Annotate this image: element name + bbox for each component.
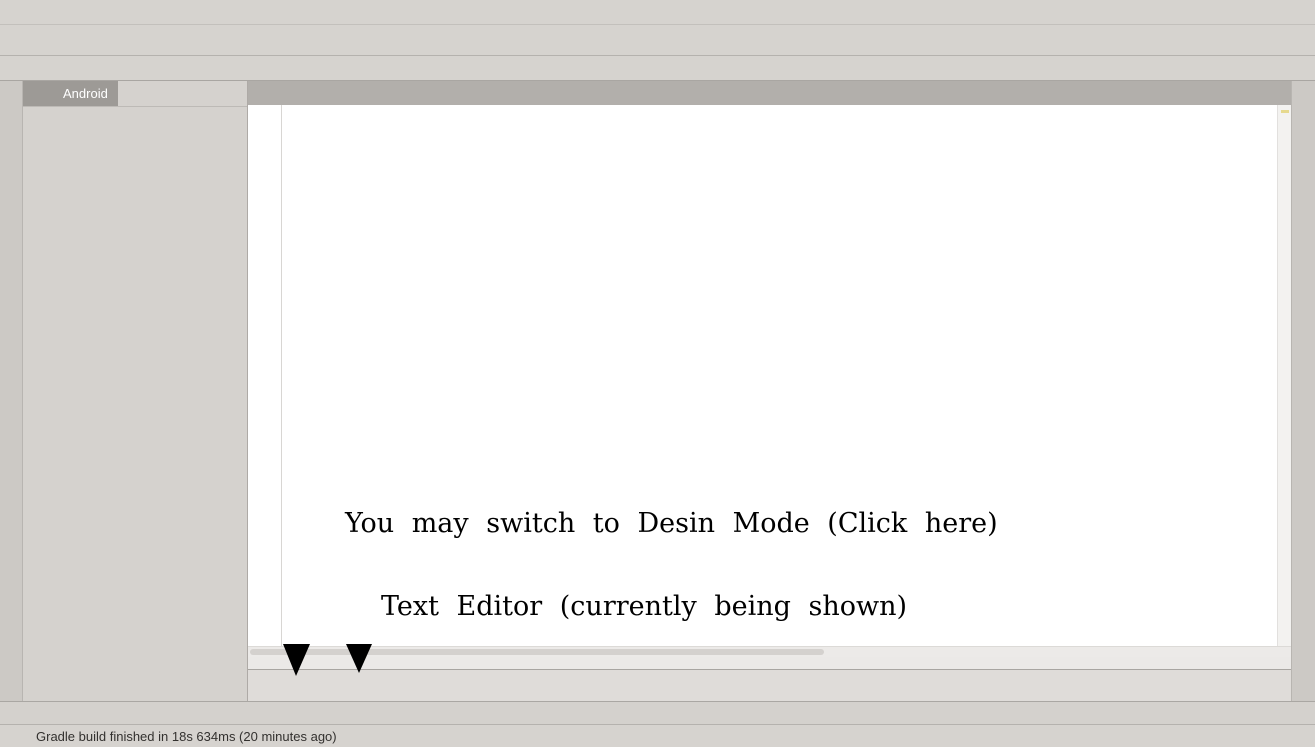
annotation-text-note: Text Editor (currently being shown) <box>381 591 907 622</box>
scrollbar-thumb[interactable] <box>250 649 824 655</box>
status-square-icon <box>12 728 28 744</box>
code-text-area[interactable] <box>282 105 1278 646</box>
menu-bar <box>0 0 1315 25</box>
right-tool-stripe <box>1291 81 1315 701</box>
main-toolbar <box>0 25 1315 56</box>
code-editor[interactable] <box>248 105 1291 646</box>
project-tool-window: Android <box>23 81 248 701</box>
android-studio-window: Android Gradle build finished in 18s 63 <box>0 0 1315 744</box>
project-panel-header: Android <box>23 81 247 107</box>
editor-vertical-scrollbar[interactable] <box>1277 105 1291 646</box>
inspection-profile-icon[interactable] <box>1260 107 1276 123</box>
annotation-design-note: You may switch to Desin Mode (Click here… <box>345 508 998 539</box>
status-message: Gradle build finished in 18s 634ms (20 m… <box>36 729 337 744</box>
editor-mode-strip <box>248 657 1291 701</box>
project-view-label: Android <box>63 86 108 101</box>
editor-tab-bar <box>248 81 1291 105</box>
android-icon <box>33 82 57 106</box>
project-tree <box>23 107 247 112</box>
warning-stripe-mark <box>1281 110 1289 113</box>
editor-gutter <box>248 105 282 646</box>
breadcrumb <box>0 56 1315 80</box>
project-view-selector[interactable]: Android <box>23 81 118 106</box>
left-tool-stripe <box>0 81 23 701</box>
tool-window-bar <box>0 701 1315 724</box>
design-text-tab-bar <box>248 669 1291 701</box>
editor-horizontal-scrollbar[interactable] <box>248 646 1291 657</box>
